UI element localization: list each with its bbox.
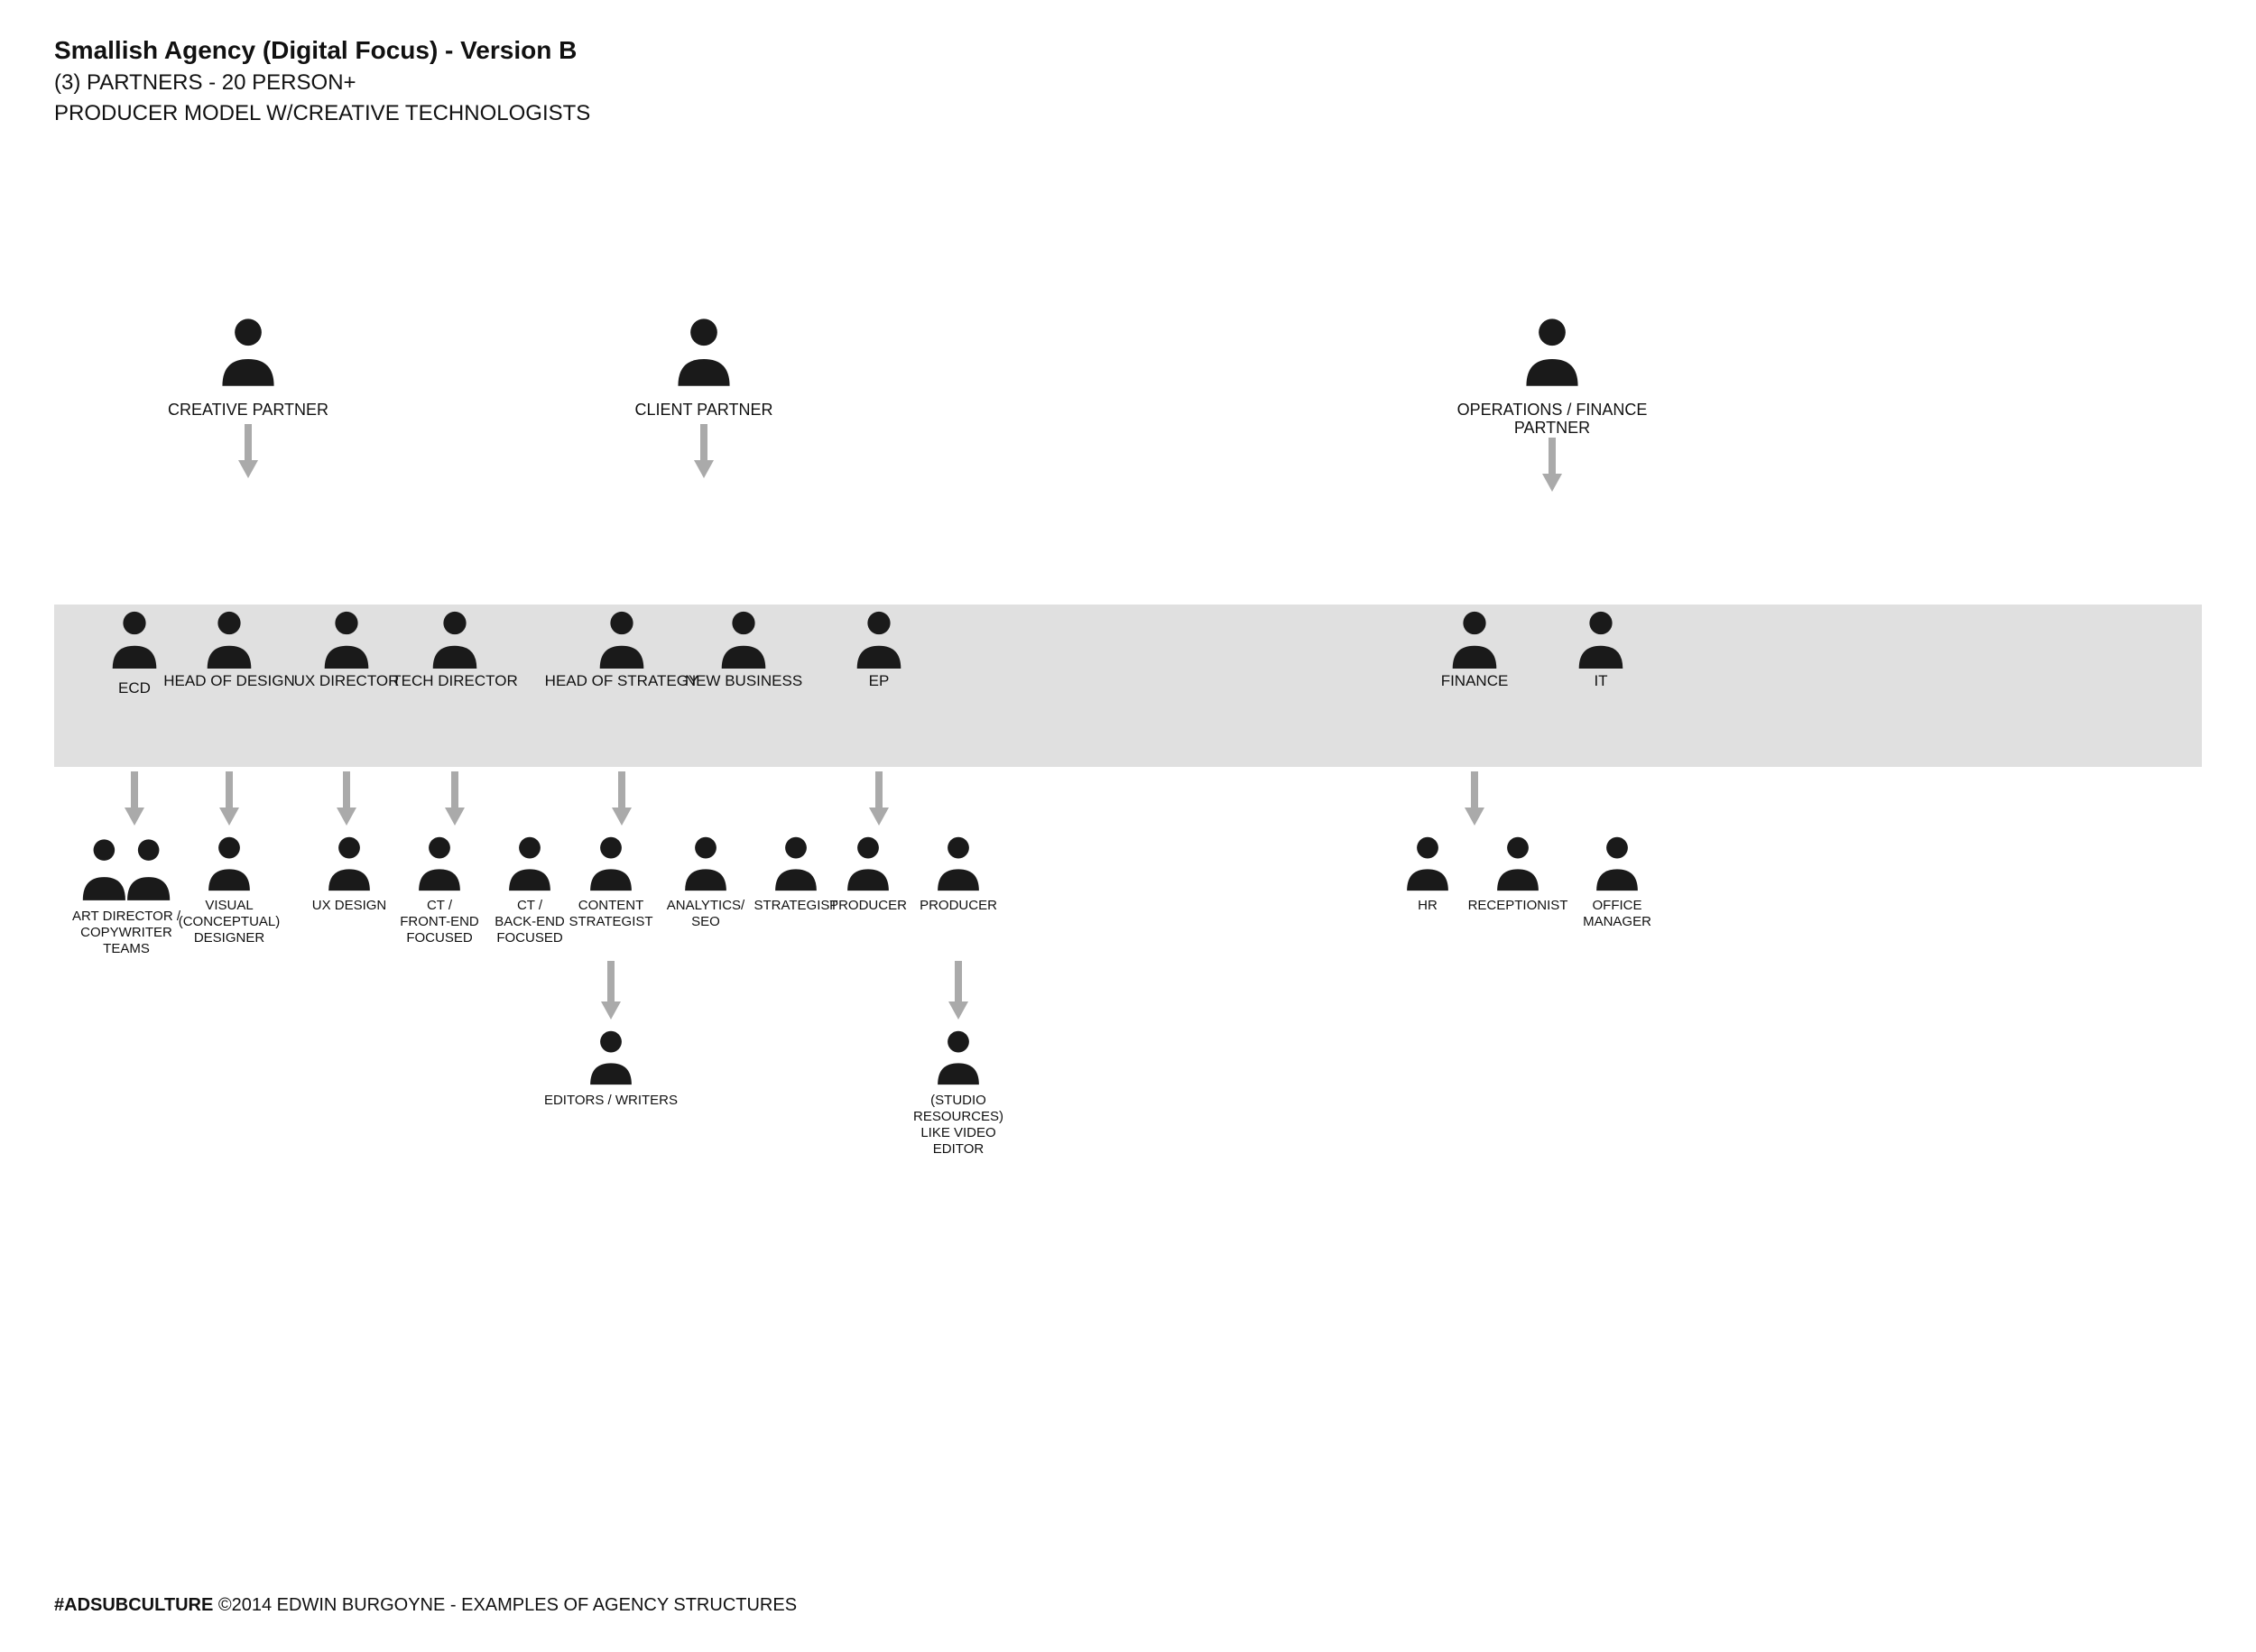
content-strategist-label1: CONTENT <box>578 898 644 913</box>
tech-director-label: TECH DIRECTOR <box>392 672 517 689</box>
office-manager-label1: OFFICE <box>1593 898 1642 913</box>
content-strategist-label2: STRATEGIST <box>569 914 652 929</box>
subtitle-line1: (3) PARTNERS - 20 PERSON+ <box>54 70 2202 96</box>
art-director-label2: COPYWRITER <box>80 925 172 940</box>
analytics-seo-label1: ANALYTICS/ <box>667 898 745 913</box>
visual-designer-label3: DESIGNER <box>194 930 265 946</box>
head-strategy-label: HEAD OF STRATEGY <box>545 672 699 689</box>
ct-backend-label3: FOCUSED <box>496 930 563 946</box>
new-business-label: NEW BUSINESS <box>685 672 802 689</box>
ops-partner-label1: OPERATIONS / FINANCE <box>1457 401 1648 419</box>
producer2-label: PRODUCER <box>920 898 997 913</box>
art-director-label3: TEAMS <box>103 941 150 956</box>
ux-design-label: UX DESIGN <box>312 898 387 913</box>
studio-res-label2: RESOURCES) <box>913 1109 1003 1124</box>
analytics-seo-label2: SEO <box>691 914 720 929</box>
hr-label: HR <box>1418 898 1438 913</box>
footer-text: ©2014 EDWIN BURGOYNE - EXAMPLES OF AGENC… <box>213 1595 797 1615</box>
visual-designer-label1: VISUAL <box>205 898 253 913</box>
ct-backend-label2: BACK-END <box>495 914 565 929</box>
strategist-label: STRATEGIST <box>754 898 837 913</box>
office-manager-label2: MANAGER <box>1583 914 1651 929</box>
it-label: IT <box>1594 672 1607 689</box>
ct-frontend-label2: FRONT-END <box>400 914 479 929</box>
page-container: Smallish Agency (Digital Focus) - Versio… <box>0 0 2256 1652</box>
footer-hashtag: #ADSUBCULTURE <box>54 1595 213 1615</box>
ct-frontend-label3: FOCUSED <box>406 930 473 946</box>
header: Smallish Agency (Digital Focus) - Versio… <box>54 36 2202 126</box>
producer1-label: PRODUCER <box>829 898 907 913</box>
org-chart: CREATIVE PARTNER CLIENT PARTNER OPERATIO… <box>54 180 2202 1520</box>
receptionist-label: RECEPTIONIST <box>1468 898 1568 913</box>
page-title: Smallish Agency (Digital Focus) - Versio… <box>54 36 2202 65</box>
ux-director-label: UX DIRECTOR <box>294 672 400 689</box>
studio-res-label3: LIKE VIDEO <box>920 1125 995 1140</box>
subtitle-line2: PRODUCER MODEL W/CREATIVE TECHNOLOGISTS <box>54 101 2202 126</box>
ep-label: EP <box>869 672 890 689</box>
ct-backend-label1: CT / <box>517 898 543 913</box>
ecd-label: ECD <box>118 679 151 697</box>
studio-res-label1: (STUDIO <box>930 1093 986 1108</box>
finance-label: FINANCE <box>1441 672 1509 689</box>
ops-partner-label2: PARTNER <box>1514 419 1590 437</box>
head-design-label: HEAD OF DESIGN <box>163 672 294 689</box>
client-partner-label: CLIENT PARTNER <box>634 401 772 419</box>
studio-res-label4: EDITOR <box>933 1141 985 1157</box>
visual-designer-label2: (CONCEPTUAL) <box>179 914 281 929</box>
art-director-label1: ART DIRECTOR / <box>72 909 181 924</box>
footer: #ADSUBCULTURE ©2014 EDWIN BURGOYNE - EXA… <box>54 1595 797 1616</box>
creative-partner-label: CREATIVE PARTNER <box>168 401 328 419</box>
editors-writers-label: EDITORS / WRITERS <box>544 1093 678 1108</box>
ct-frontend-label1: CT / <box>427 898 453 913</box>
